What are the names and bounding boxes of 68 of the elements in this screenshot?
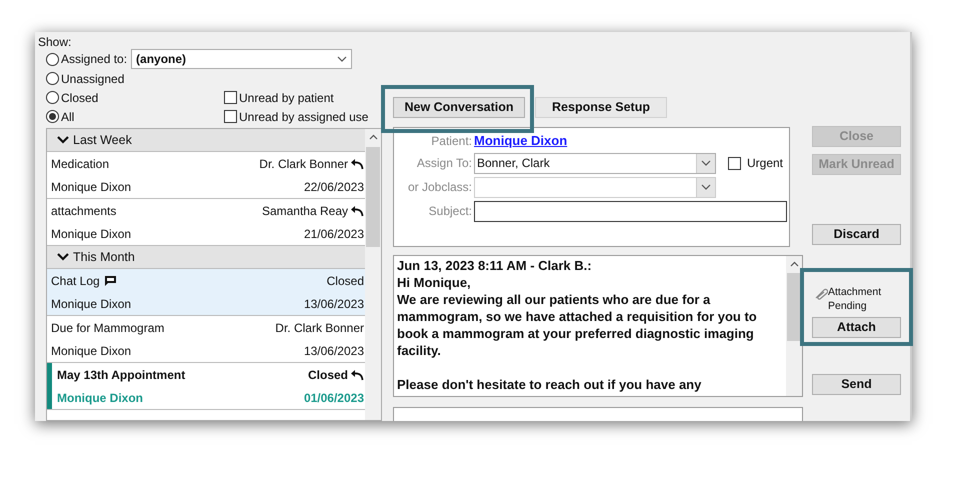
attach-button[interactable]: Attach: [812, 317, 901, 338]
radio-label: Unassigned: [61, 70, 124, 88]
radio-button[interactable]: [46, 52, 59, 66]
conversation-date: 13/06/2023: [304, 296, 364, 312]
conversation-item[interactable]: May 13th Appointment Closed Monique Dixon 01/06/2023: [47, 363, 365, 410]
conversation-date: 01/06/2023: [304, 390, 364, 406]
conversation-subject: Due for Mammogram: [51, 320, 164, 336]
assign-to-dropdown[interactable]: Bonner, Clark: [474, 152, 716, 174]
conversation-date: 22/06/2023: [304, 178, 364, 196]
message-text: Jun 13, 2023 8:11 AM - Clark B.:: [397, 257, 593, 274]
radio-label: Assigned to:: [61, 51, 128, 68]
field-label: Subject:: [428, 203, 473, 220]
conversation-status: Closed: [326, 272, 364, 290]
field-label: Patient:: [430, 133, 473, 150]
tab[interactable]: New Conversation: [393, 97, 525, 118]
field-label: or Jobclass:: [406, 179, 473, 196]
list-scrollbar[interactable]: [365, 129, 381, 420]
conversation-patient: Monique Dixon: [51, 178, 132, 196]
checkbox[interactable]: [728, 156, 741, 170]
message-text: We are reviewing all our patients who are due for a mammogram, so we have attached a requisition for you to book a mammogram at your preferred diagnostic imaging facility.: [397, 291, 758, 359]
conversation-status: Dr. Clark Bonner: [259, 156, 348, 172]
message-text: Hi Monique,: [397, 274, 472, 291]
group-label: This Month: [73, 248, 135, 266]
chevron-down-icon: [57, 253, 69, 261]
send-button[interactable]: Send: [812, 374, 901, 395]
attachment-status: Attachment Pending: [828, 285, 882, 313]
conversation-date: 13/06/2023: [304, 342, 364, 360]
message-text: Please don't hesitate to reach out if you have any: [397, 376, 702, 393]
checkbox-label: Urgent: [747, 155, 784, 172]
checkbox-label: Unread by assigned use: [239, 108, 368, 126]
radio-button[interactable]: [46, 110, 59, 123]
reply-input[interactable]: [393, 407, 803, 421]
conversation-status: Dr. Clark Bonner: [275, 320, 364, 336]
conversation-patient: Monique Dixon: [51, 296, 132, 312]
radio-button[interactable]: [46, 72, 59, 85]
paperclip-icon: [814, 288, 828, 300]
assigned-to-dropdown[interactable]: (anyone): [131, 49, 352, 69]
chevron-down-icon: [337, 56, 348, 62]
conversation-subject: attachments: [51, 202, 116, 220]
group-header[interactable]: Last Week: [47, 129, 365, 152]
patient-link[interactable]: Monique Dixon: [474, 131, 568, 151]
tab[interactable]: Response Setup: [535, 97, 667, 118]
group-header[interactable]: This Month: [47, 246, 365, 269]
chevron-down-icon: [701, 184, 711, 190]
checkbox[interactable]: [224, 110, 237, 123]
conversation-item[interactable]: Chat Log Closed Monique Dixon 13/06/2023: [47, 269, 365, 316]
message-scrollbar[interactable]: [786, 256, 802, 396]
conversation-subject: Chat Log: [51, 272, 100, 290]
chevron-down-icon: [701, 160, 711, 166]
conversation-status: Closed: [308, 366, 348, 384]
subject-input[interactable]: [474, 200, 787, 222]
conversation-subject: May 13th Appointment: [57, 366, 186, 384]
action-button[interactable]: Discard: [812, 224, 901, 245]
group-label: Last Week: [73, 132, 132, 149]
field-label: Assign To:: [416, 155, 473, 172]
show-label: Show:: [38, 35, 72, 49]
radio-button[interactable]: [46, 91, 59, 104]
checkbox-label: Unread by patient: [239, 90, 334, 106]
radio-label: All: [61, 108, 74, 126]
radio-label: Closed: [61, 90, 98, 106]
conversation-subject: Medication: [51, 156, 110, 172]
conversation-patient: Monique Dixon: [51, 226, 132, 242]
conversation-patient: Monique Dixon: [57, 390, 143, 406]
chevron-down-icon: [57, 136, 69, 144]
conversation-status: Samantha Reay: [262, 202, 348, 220]
checkbox[interactable]: [224, 91, 237, 104]
conversation-patient: Monique Dixon: [51, 342, 132, 360]
conversation-date: 21/06/2023: [304, 226, 364, 242]
